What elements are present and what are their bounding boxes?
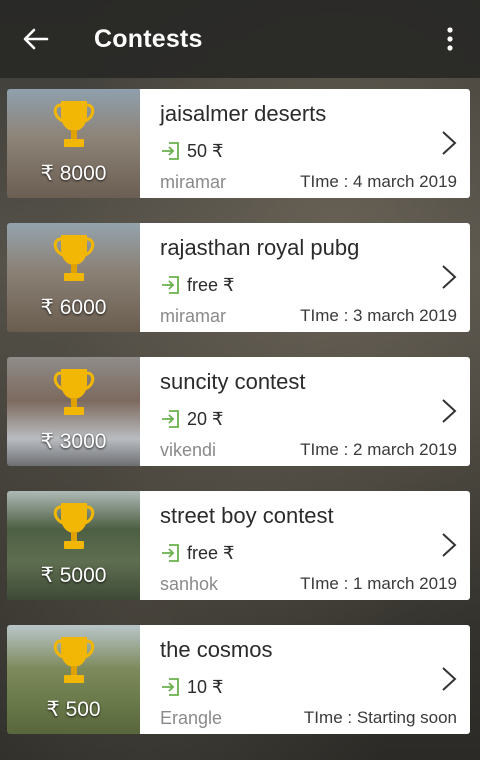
contest-name: rajasthan royal pubg bbox=[160, 235, 360, 260]
contest-thumbnail: ₹ 500 bbox=[7, 625, 140, 734]
prize-amount: ₹ 8000 bbox=[40, 162, 107, 185]
contest-card[interactable]: ₹ 3000 suncity contest 20 ₹ vikendi TIme… bbox=[7, 357, 470, 466]
contest-time: TIme : 1 march 2019 bbox=[300, 574, 457, 593]
entry-fee: 20 ₹ bbox=[160, 408, 223, 430]
prize-amount: ₹ 6000 bbox=[40, 296, 107, 319]
contest-time: TIme : 2 march 2019 bbox=[300, 440, 457, 459]
contest-info: suncity contest 20 ₹ vikendi TIme : 2 ma… bbox=[140, 357, 470, 466]
prize-amount: ₹ 3000 bbox=[40, 430, 107, 453]
entry-fee: free ₹ bbox=[160, 274, 234, 296]
entry-fee-value: 50 ₹ bbox=[187, 140, 224, 161]
chevron-right-icon bbox=[442, 533, 457, 557]
contest-thumbnail: ₹ 5000 bbox=[7, 491, 140, 600]
contest-thumbnail: ₹ 6000 bbox=[7, 223, 140, 332]
back-button[interactable] bbox=[0, 0, 72, 78]
map-name: miramar bbox=[160, 306, 226, 326]
app-bar: Contests bbox=[0, 0, 480, 78]
entry-fee: 50 ₹ bbox=[160, 140, 223, 162]
prize-amount: ₹ 5000 bbox=[40, 564, 107, 587]
contest-thumbnail: ₹ 3000 bbox=[7, 357, 140, 466]
contest-time: TIme : 4 march 2019 bbox=[300, 172, 457, 191]
entry-fee: free ₹ bbox=[160, 542, 234, 564]
chevron-right-icon bbox=[442, 131, 457, 155]
arrow-left-icon bbox=[23, 28, 49, 50]
contest-card[interactable]: ₹ 8000 jaisalmer deserts 50 ₹ miramar TI… bbox=[7, 89, 470, 198]
enter-icon bbox=[162, 678, 179, 696]
enter-icon bbox=[162, 410, 179, 428]
contest-thumbnail: ₹ 8000 bbox=[7, 89, 140, 198]
contest-info: jaisalmer deserts 50 ₹ miramar TIme : 4 … bbox=[140, 89, 470, 198]
enter-icon bbox=[162, 276, 179, 294]
contest-name: street boy contest bbox=[160, 503, 334, 528]
map-name: vikendi bbox=[160, 440, 217, 460]
contest-name: the cosmos bbox=[160, 637, 273, 662]
prize-amount: ₹ 500 bbox=[46, 698, 101, 721]
entry-fee-value: 10 ₹ bbox=[187, 676, 224, 697]
contest-name: suncity contest bbox=[160, 369, 306, 394]
entry-fee-value: free ₹ bbox=[187, 542, 235, 563]
chevron-right-icon bbox=[442, 667, 457, 691]
enter-icon bbox=[162, 544, 179, 562]
trophy-icon bbox=[53, 101, 95, 147]
entry-fee-value: free ₹ bbox=[187, 274, 235, 295]
contest-card[interactable]: ₹ 500 the cosmos 10 ₹ Erangle TIme : Sta… bbox=[7, 625, 470, 734]
entry-fee-value: 20 ₹ bbox=[187, 408, 224, 429]
contest-time: TIme : 3 march 2019 bbox=[300, 306, 457, 325]
contest-info: the cosmos 10 ₹ Erangle TIme : Starting … bbox=[140, 625, 470, 734]
contest-card[interactable]: ₹ 5000 street boy contest free ₹ sanhok … bbox=[7, 491, 470, 600]
contest-info: street boy contest free ₹ sanhok TIme : … bbox=[140, 491, 470, 600]
trophy-icon bbox=[53, 503, 95, 549]
contest-name: jaisalmer deserts bbox=[160, 101, 327, 126]
trophy-icon bbox=[53, 235, 95, 281]
contest-time: TIme : Starting soon bbox=[303, 708, 457, 727]
entry-fee: 10 ₹ bbox=[160, 676, 223, 698]
contest-info: rajasthan royal pubg free ₹ miramar TIme… bbox=[140, 223, 470, 332]
contest-card[interactable]: ₹ 6000 rajasthan royal pubg free ₹ miram… bbox=[7, 223, 470, 332]
map-name: sanhok bbox=[160, 574, 219, 594]
map-name: miramar bbox=[160, 172, 226, 192]
trophy-icon bbox=[53, 637, 95, 683]
page-title: Contests bbox=[94, 24, 203, 53]
more-vert-icon bbox=[447, 27, 453, 51]
enter-icon bbox=[162, 142, 179, 160]
chevron-right-icon bbox=[442, 399, 457, 423]
chevron-right-icon bbox=[442, 265, 457, 289]
map-name: Erangle bbox=[160, 708, 223, 728]
trophy-icon bbox=[53, 369, 95, 415]
overflow-menu-button[interactable] bbox=[420, 0, 480, 78]
